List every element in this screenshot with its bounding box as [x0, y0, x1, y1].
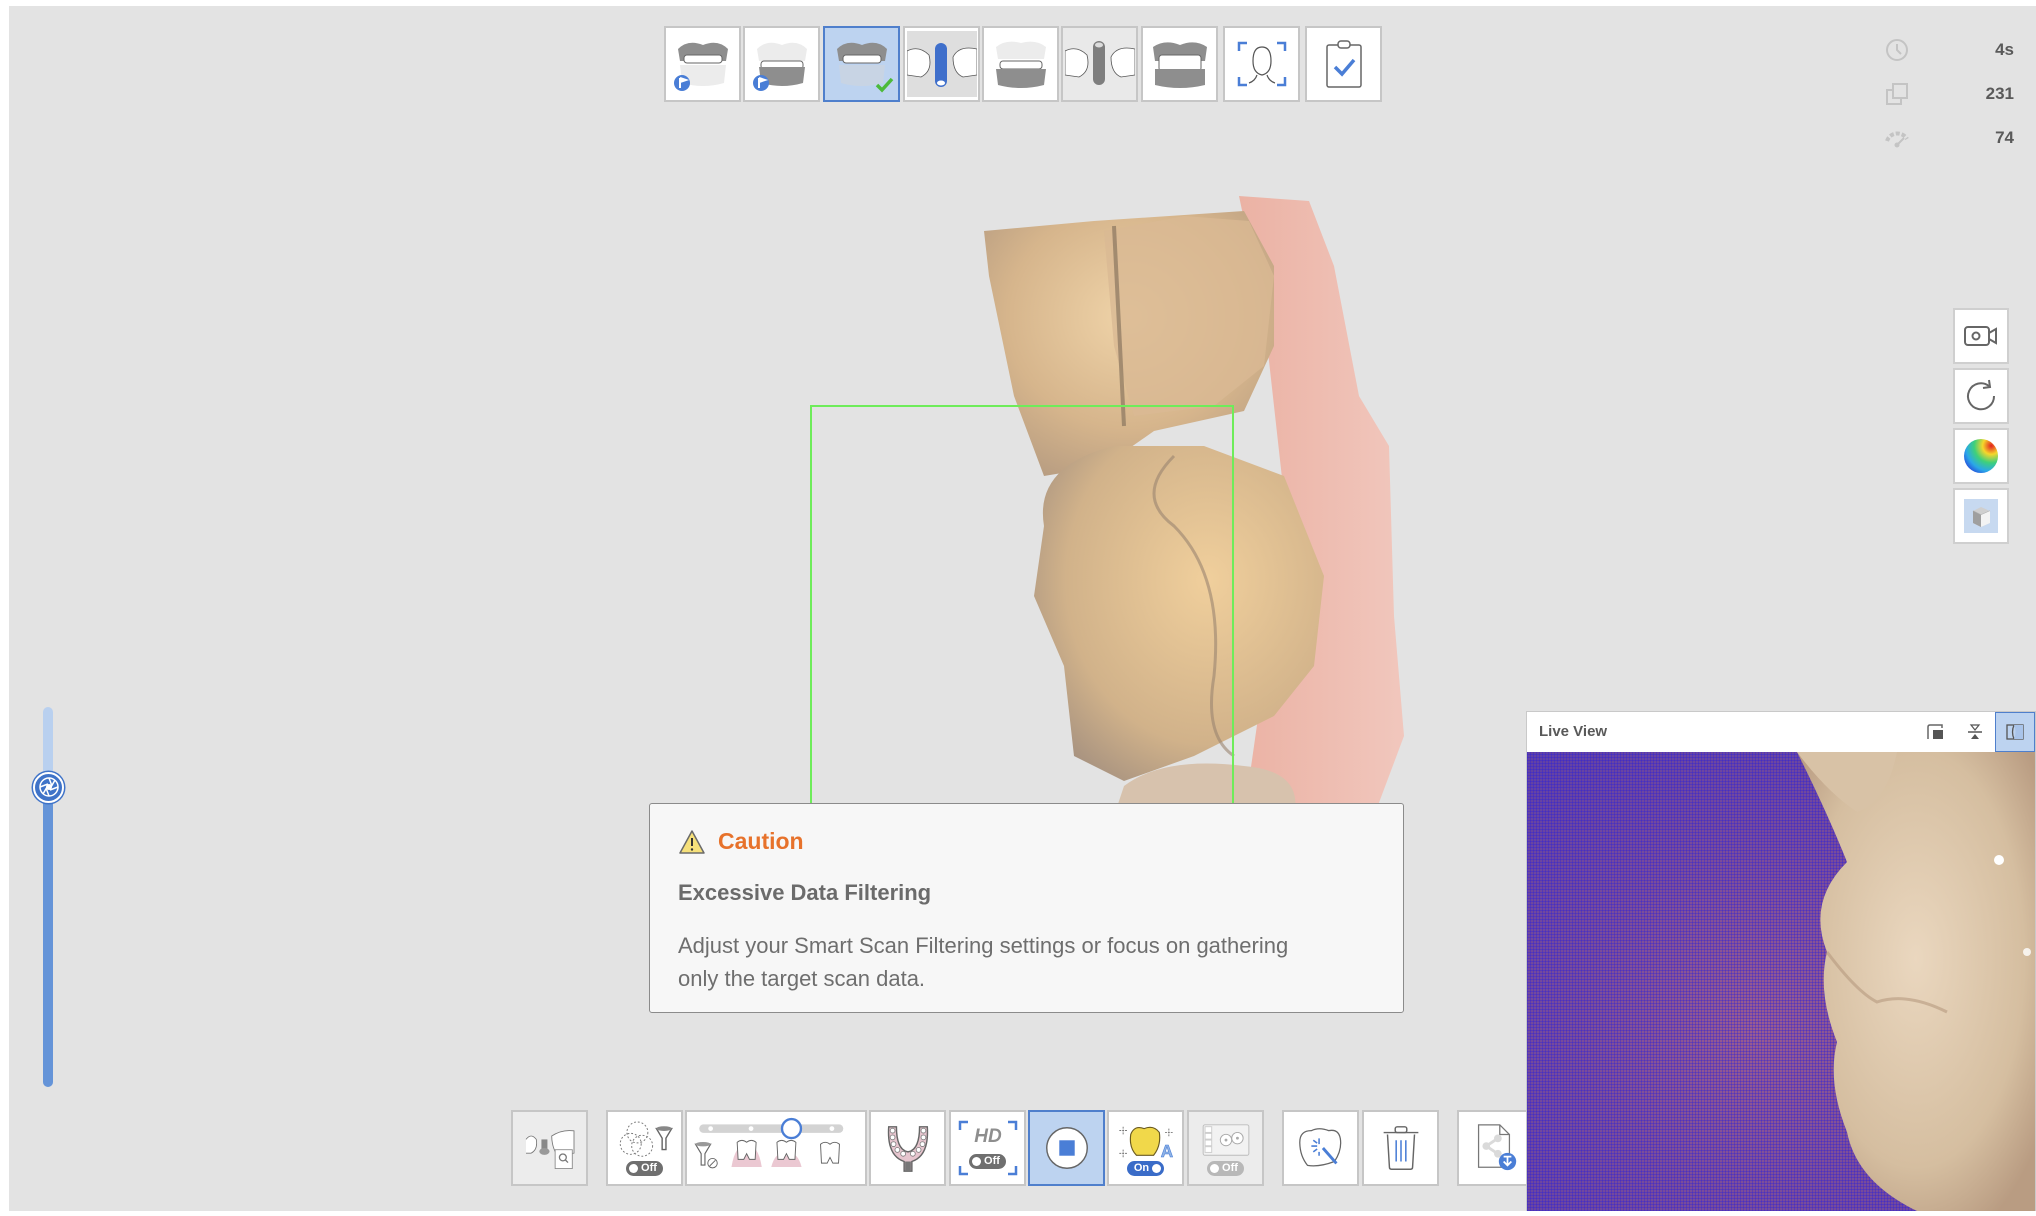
tooth-only-icon — [820, 1141, 840, 1164]
ai-scan-toggle[interactable]: On — [1126, 1160, 1165, 1176]
hd-frame-icon: HD — [958, 1120, 1018, 1176]
live-camera-feed — [1527, 752, 2035, 1211]
live-view-title: Live View — [1539, 723, 1608, 740]
clock-icon — [1886, 39, 1908, 61]
dental-arch-icon — [887, 1126, 928, 1172]
slider-fill — [43, 786, 53, 1087]
aperture-icon — [38, 777, 59, 798]
scan-time-value: 4s — [1995, 40, 2014, 59]
live-view-split-button[interactable] — [1995, 712, 2035, 752]
auto-trim-button[interactable] — [1282, 1110, 1359, 1186]
scan-speed-value: 74 — [1995, 128, 2014, 147]
caution-header: Caution — [678, 828, 804, 855]
caution-subtitle: Excessive Data Filtering — [678, 880, 932, 905]
arch-button[interactable] — [869, 1110, 946, 1186]
cube-icon — [1964, 499, 1998, 533]
shot-count-stat: 231 — [1884, 78, 2014, 110]
clipboard-check-icon — [1325, 40, 1362, 88]
gauge-icon — [1885, 131, 1909, 148]
texture-toggle[interactable]: Off — [1207, 1160, 1244, 1176]
texture-panel-icon — [1202, 1123, 1249, 1156]
magic-wand-tooth-icon — [1298, 1128, 1341, 1167]
live-view-header: Live View — [1527, 712, 2035, 752]
delete-button[interactable] — [1362, 1110, 1439, 1186]
live-teeth-image — [1797, 752, 2035, 1211]
teeth-upper-icon — [673, 42, 728, 91]
scanbody-grey-icon — [1064, 41, 1135, 85]
step-maxilla-flag[interactable] — [664, 26, 741, 102]
filter-level-stop[interactable] — [748, 1126, 754, 1131]
teeth-upper-icon — [836, 42, 893, 93]
tooth-gum-small-icon — [771, 1139, 802, 1167]
hd-button[interactable]: HD Off — [949, 1110, 1026, 1186]
picture-in-picture-icon — [1927, 724, 1943, 739]
teeth-lower-icon — [752, 42, 807, 91]
ai-scan-button[interactable]: A On — [1107, 1110, 1184, 1186]
reliability-map-button[interactable] — [1953, 428, 2009, 484]
filter-level-stop[interactable] — [829, 1126, 835, 1131]
ai-tooth-icon: A — [1118, 1126, 1173, 1161]
filter-level-stop[interactable] — [708, 1126, 713, 1131]
scan-model-3d[interactable] — [974, 196, 1474, 816]
split-view-icon — [2006, 724, 2024, 740]
video-camera-icon — [1964, 326, 1997, 346]
live-view-popout-button[interactable] — [1915, 712, 1955, 752]
tooth-gum-icon — [731, 1139, 762, 1167]
smart-filter-icon — [619, 1120, 673, 1157]
step-mandible-flag[interactable] — [743, 26, 820, 102]
slider-handle[interactable] — [33, 771, 64, 803]
filter-level-knob[interactable] — [780, 1117, 803, 1140]
svg-text:A: A — [1160, 1141, 1172, 1161]
no-filter-icon — [694, 1142, 718, 1169]
export-file-icon — [1477, 1124, 1517, 1171]
filter-level-slider[interactable] — [685, 1110, 867, 1186]
step-mandible-scanbody[interactable] — [1061, 26, 1138, 102]
stop-icon — [1045, 1127, 1088, 1169]
trash-icon — [1383, 1126, 1418, 1170]
caution-title: Caution — [718, 828, 804, 854]
step-face-scan[interactable] — [1223, 26, 1300, 102]
color-sphere-icon — [1964, 439, 1998, 473]
filter-level-track — [699, 1124, 844, 1133]
live-view-minimize-button[interactable] — [1955, 712, 1995, 752]
scan-speed-stat: 74 — [1884, 122, 2014, 154]
scanbody-blue-icon — [906, 31, 977, 97]
scanner-app: 4s 231 74 Caution Excessive Data Filteri… — [9, 6, 2036, 1211]
caution-dialog: Caution Excessive Data Filtering Adjust … — [649, 803, 1404, 1013]
face-scan-icon — [1237, 41, 1286, 87]
scanbody-library-icon — [525, 1130, 574, 1169]
collapse-icon — [1968, 724, 1982, 739]
smart-filter-toggle[interactable]: Off — [626, 1160, 663, 1176]
texture-button[interactable]: Off — [1187, 1110, 1264, 1186]
reset-view-button[interactable] — [1953, 368, 2009, 424]
live-view-panel: Live View — [1526, 711, 2036, 1211]
step-review[interactable] — [1305, 26, 1382, 102]
shot-count-value: 231 — [1985, 84, 2014, 103]
teeth-lower-icon — [995, 41, 1046, 88]
filter-level-graphic — [694, 1117, 844, 1169]
stop-scan-button[interactable] — [1028, 1110, 1105, 1186]
scan-depth-slider[interactable] — [33, 707, 64, 1087]
step-mandible[interactable] — [982, 26, 1059, 102]
scan-time-stat: 4s — [1884, 34, 2014, 66]
record-video-button[interactable] — [1953, 308, 2009, 364]
copy-icon — [1886, 83, 1908, 105]
step-occlusion[interactable] — [1141, 26, 1218, 102]
caution-message: Adjust your Smart Scan Filtering setting… — [678, 933, 1289, 991]
view-mode-button[interactable] — [1953, 488, 2009, 544]
export-button[interactable] — [1457, 1110, 1529, 1186]
scanbody-library-button[interactable] — [511, 1110, 588, 1186]
smart-filter-button[interactable]: Off — [606, 1110, 683, 1186]
rotate-icon — [1967, 379, 1996, 411]
teeth-occlusion-icon — [1152, 42, 1207, 88]
warning-icon — [679, 829, 705, 854]
step-maxilla-scanbody[interactable] — [903, 26, 980, 102]
hd-text: HD — [974, 1126, 1002, 1147]
step-maxilla-done[interactable] — [823, 26, 900, 102]
